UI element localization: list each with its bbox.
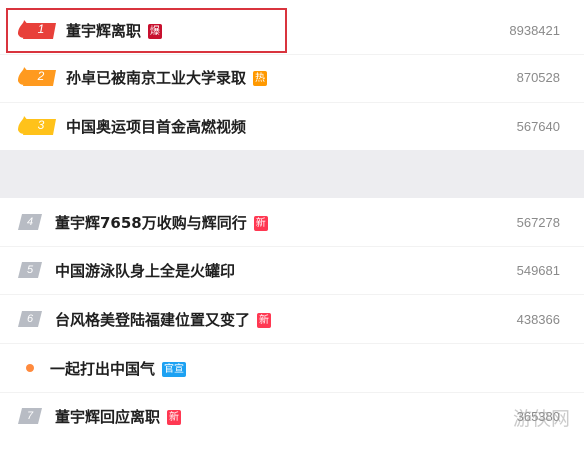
tag-new-badge: 新 (253, 215, 268, 231)
hot-item-count: 549681 (516, 262, 560, 278)
rank-number: 3 (37, 118, 45, 132)
rank-badge: 6 (18, 311, 42, 327)
hot-item-title: 台风格美登陆福建位置又变了新 (55, 309, 272, 330)
rank-number: 4 (26, 216, 34, 228)
rank-number: 7 (26, 410, 34, 422)
rank-number: 2 (37, 69, 45, 83)
hot-item-4[interactable]: 4 董宇辉7658万收购与辉同行新 567278 (0, 198, 584, 246)
rank-badge: 5 (18, 262, 42, 278)
hot-item-title: 董宇辉7658万收购与辉同行新 (55, 212, 268, 233)
hot-item-title-text: 董宇辉7658万收购与辉同行 (55, 213, 247, 232)
hot-item-5[interactable]: 5 中国游泳队身上全是火罐印 549681 (0, 246, 584, 294)
hot-item-title: 孙卓已被南京工业大学录取热 (66, 67, 268, 88)
hot-item-count: 8938421 (509, 22, 560, 38)
hot-item-title: 中国奥运项目首金高燃视频 (66, 117, 247, 136)
hot-search-panel-top: 1 董宇辉离职爆 8938421 2 孙卓已被南京工业大学录取热 870528 (0, 0, 584, 150)
promo-item[interactable]: 一起打出中国气 官宣 (0, 344, 584, 392)
hot-item-count: 567640 (516, 118, 560, 134)
hot-item-title-text: 台风格美登陆福建位置又变了 (55, 310, 251, 329)
hot-search-panel-bottom: 4 董宇辉7658万收购与辉同行新 567278 5 中国游泳队身上全是火罐印 … (0, 198, 584, 451)
hot-item-count: 438366 (516, 311, 560, 327)
highlight-box (6, 8, 287, 53)
hot-item-count: 567278 (516, 214, 560, 230)
watermark-logo: 游侠网 (512, 408, 570, 430)
hot-item-title-text: 董宇辉回应离职 (55, 407, 161, 426)
hot-item-3[interactable]: 3 中国奥运项目首金高燃视频 567640 (0, 102, 584, 150)
hot-item-title: 中国游泳队身上全是火罐印 (55, 261, 236, 280)
hot-item-7[interactable]: 7 董宇辉回应离职新 365380 (0, 392, 584, 440)
rank-number: 6 (26, 313, 34, 325)
tag-new-badge: 新 (257, 312, 272, 328)
hot-item-title-text: 一起打出中国气 (50, 359, 156, 378)
promo-dot-icon (26, 364, 34, 372)
rank-badge: 7 (18, 408, 42, 424)
hot-item-title-text: 孙卓已被南京工业大学录取 (66, 68, 247, 87)
hot-item-title: 一起打出中国气 官宣 (50, 358, 187, 379)
hot-item-6[interactable]: 6 台风格美登陆福建位置又变了新 438366 (0, 295, 584, 343)
hot-item-title: 董宇辉回应离职新 (55, 406, 182, 427)
tag-official-badge: 官宣 (162, 361, 187, 377)
rank-badge: 4 (18, 214, 42, 230)
hot-item-2[interactable]: 2 孙卓已被南京工业大学录取热 870528 (0, 53, 584, 101)
flame-icon: 3 (16, 116, 58, 136)
flame-icon: 2 (16, 67, 58, 87)
hot-item-count: 870528 (516, 69, 560, 85)
tag-re-badge: 热 (253, 70, 268, 86)
rank-number: 5 (26, 264, 34, 276)
tag-new-badge: 新 (167, 409, 182, 425)
